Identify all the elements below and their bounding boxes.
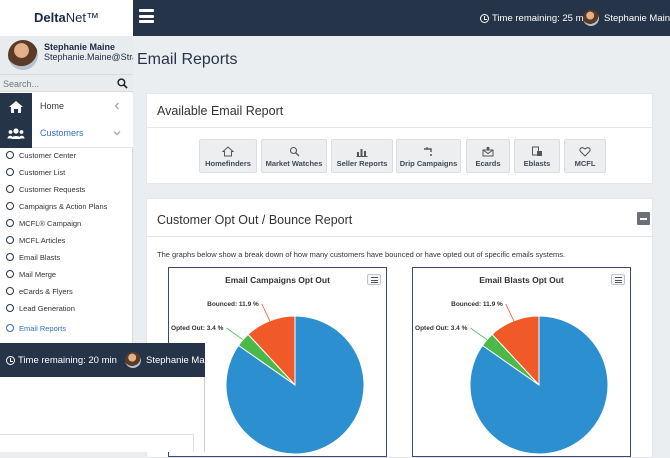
eblasts-button[interactable]: Eblasts bbox=[514, 139, 560, 173]
sidebar-item-mcfl-campaign[interactable]: MCFL® Campaign bbox=[6, 215, 81, 231]
card-title: Available Email Report bbox=[157, 104, 284, 118]
homefinders-button[interactable]: Homefinders bbox=[199, 139, 257, 173]
seller-reports-button[interactable]: Seller Reports bbox=[331, 139, 393, 173]
slice-data-label: Opted Out: 3.4 % bbox=[415, 325, 468, 332]
sidebar-user-name: Stephanie Maine bbox=[44, 42, 116, 52]
chart-menu-button[interactable] bbox=[367, 274, 381, 285]
search-icon[interactable] bbox=[117, 78, 128, 89]
sidebar-item-email-blasts[interactable]: Email Blasts bbox=[6, 249, 60, 265]
circle-icon bbox=[6, 151, 14, 159]
circle-icon bbox=[6, 168, 14, 176]
slice-data-label: Bounced: 11.9 % bbox=[451, 301, 503, 308]
sidebar-search bbox=[0, 74, 133, 92]
topbar-user-name[interactable]: Stephanie Maine bbox=[604, 13, 670, 24]
slice-label-connector bbox=[470, 327, 488, 341]
circle-icon bbox=[6, 324, 14, 332]
overlay-user-name[interactable]: Stephanie Maine bbox=[146, 355, 217, 366]
chart-title: Email Campaigns Opt Out bbox=[225, 275, 330, 285]
sidebar-item-customer-center[interactable]: Customer Center bbox=[6, 147, 76, 163]
slice-label-connector bbox=[226, 327, 244, 341]
mcfl-button[interactable]: MCFL bbox=[564, 139, 606, 173]
sidebar-item-mail-merge[interactable]: Mail Merge bbox=[6, 266, 56, 282]
hamburger-menu-icon[interactable] bbox=[139, 9, 154, 23]
circle-icon bbox=[6, 253, 14, 261]
card-title: Customer Opt Out / Bounce Report bbox=[157, 213, 353, 227]
faucet-icon bbox=[423, 147, 432, 156]
slice-data-label: Bounced: 11.9 % bbox=[207, 301, 259, 308]
sidebar-item-mcfl-articles[interactable]: MCFL Articles bbox=[6, 232, 65, 248]
chevron-left-icon bbox=[114, 102, 119, 110]
slice-label-connector bbox=[505, 303, 515, 321]
document-send-icon bbox=[532, 146, 542, 156]
sidebar-item-campaigns[interactable]: Campaigns & Action Plans bbox=[6, 198, 107, 214]
home-icon bbox=[0, 93, 32, 121]
circle-icon bbox=[6, 287, 14, 295]
avatar[interactable] bbox=[583, 10, 599, 26]
sidebar-item-email-reports[interactable]: Email Reports bbox=[6, 320, 66, 336]
avatar[interactable] bbox=[125, 352, 141, 368]
divider bbox=[146, 236, 653, 237]
avatar[interactable] bbox=[8, 40, 38, 70]
magnifier-icon bbox=[289, 146, 299, 157]
sidebar-item-lead-generation[interactable]: Lead Generation bbox=[6, 300, 75, 316]
sidebar-item-customers[interactable]: Customers bbox=[0, 120, 133, 148]
circle-icon bbox=[6, 270, 14, 278]
circle-icon bbox=[6, 185, 14, 193]
drip-campaigns-button[interactable]: Drip Campaigns bbox=[396, 139, 461, 173]
blasts-optout-chart: Bounced: 11.9 % Opted Out: 3.4 % Email Bl… bbox=[412, 267, 631, 457]
overlay-panel bbox=[0, 434, 194, 452]
heart-icon bbox=[579, 147, 591, 157]
circle-icon bbox=[6, 304, 14, 312]
report-description: The graphs below show a break down of ho… bbox=[157, 250, 566, 259]
slice-data-label: Opted Out: 3.4 % bbox=[171, 325, 224, 332]
bar-chart-icon bbox=[356, 149, 368, 157]
divider bbox=[146, 127, 653, 128]
chevron-down-icon bbox=[113, 131, 121, 136]
market-watches-button[interactable]: Market Watches bbox=[261, 139, 327, 173]
circle-icon bbox=[6, 219, 14, 227]
session-timer: Time remaining: 25 min bbox=[480, 13, 591, 24]
pie-chart: Bounced: 11.9 % Opted Out: 3.4 % bbox=[415, 301, 609, 455]
app-logo[interactable]: DeltaNet™ bbox=[0, 0, 133, 36]
circle-icon bbox=[6, 202, 14, 210]
collapse-button[interactable] bbox=[637, 212, 650, 225]
chart-menu-button[interactable] bbox=[611, 274, 625, 285]
sidebar-item-home[interactable]: Home bbox=[0, 93, 133, 121]
slice-label-connector bbox=[261, 303, 271, 321]
users-icon bbox=[0, 120, 32, 148]
page-title: Email Reports bbox=[137, 51, 238, 68]
sidebar-user-email: Stephanie.Maine@Strand bbox=[44, 52, 133, 62]
chart-title: Email Blasts Opt Out bbox=[479, 275, 564, 285]
sidebar-item-ecards-flyers[interactable]: eCards & Flyers bbox=[6, 283, 73, 299]
search-input[interactable] bbox=[3, 77, 111, 90]
circle-icon bbox=[6, 236, 14, 244]
house-icon bbox=[222, 146, 234, 157]
clock-icon bbox=[6, 356, 15, 365]
session-timer: Time remaining: 20 min bbox=[6, 355, 117, 366]
ecards-button[interactable]: Ecards bbox=[466, 139, 510, 173]
sidebar-item-customer-list[interactable]: Customer List bbox=[6, 164, 65, 180]
sidebar-item-customer-requests[interactable]: Customer Requests bbox=[6, 181, 85, 197]
clock-icon bbox=[480, 14, 489, 23]
envelope-card-icon bbox=[482, 146, 494, 157]
